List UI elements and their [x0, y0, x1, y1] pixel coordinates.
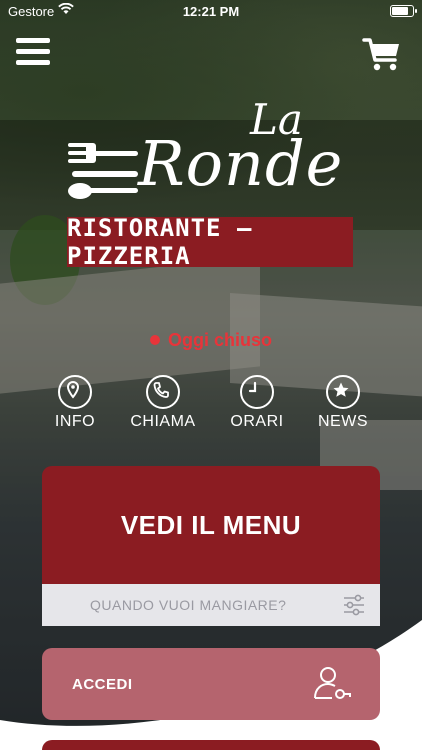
app-screen: Gestore 12:21 PM La Ronde RISTORANTE – P…	[0, 0, 422, 750]
hours-label: ORARI	[230, 413, 284, 430]
opening-status-text: Oggi chiuso	[167, 330, 272, 350]
info-label: INFO	[54, 413, 96, 430]
logo-banner: RISTORANTE – PIZZERIA	[67, 214, 353, 270]
user-key-icon	[314, 667, 351, 699]
status-time: 12:21 PM	[182, 4, 240, 19]
opening-status: Oggi chiuso	[0, 330, 422, 351]
location-pin-icon	[58, 375, 92, 409]
next-card[interactable]	[42, 740, 380, 750]
shopping-cart-icon[interactable]	[362, 36, 402, 72]
hours-button[interactable]: ORARI	[212, 375, 302, 431]
status-bar: Gestore 12:21 PM	[0, 0, 422, 22]
restaurant-logo: La Ronde RISTORANTE – PIZZERIA	[60, 95, 360, 275]
call-label: CHIAMA	[130, 413, 196, 430]
news-button[interactable]: NEWS	[298, 375, 388, 431]
call-button[interactable]: CHIAMA	[118, 375, 208, 431]
quick-actions: INFO CHIAMA ORARI NEWS	[30, 375, 390, 435]
cutlery-icon	[68, 143, 138, 199]
hamburger-menu-icon[interactable]	[16, 38, 50, 66]
logo-ronde-text: Ronde	[138, 127, 344, 200]
login-label: ACCEDI	[72, 676, 133, 693]
view-menu-button[interactable]: VEDI IL MENU	[42, 466, 380, 584]
view-menu-label: VEDI IL MENU	[120, 510, 302, 540]
login-button[interactable]: ACCEDI	[42, 648, 380, 720]
info-button[interactable]: INFO	[30, 375, 120, 431]
news-label: NEWS	[318, 413, 368, 430]
star-badge-icon	[326, 375, 360, 409]
clock-icon	[240, 375, 274, 409]
status-dot-icon	[149, 335, 160, 345]
phone-icon	[146, 375, 180, 409]
battery-icon	[390, 5, 417, 17]
